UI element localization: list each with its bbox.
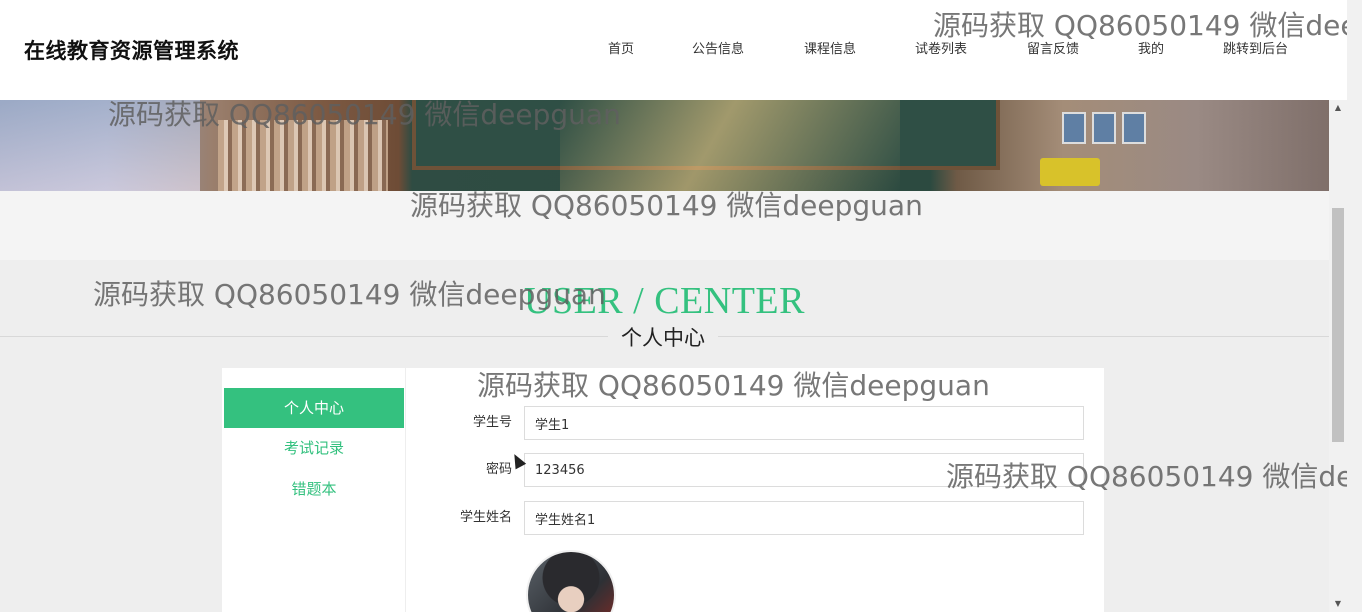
banner-window [0,100,200,191]
student-name-input[interactable] [524,501,1084,535]
nav-feedback[interactable]: 留言反馈 [1027,38,1079,57]
section-title-english: USER / CENTER [524,280,805,322]
banner-poster [1062,112,1086,144]
form-row-student-name: 学生姓名 [222,501,1104,535]
user-center-panel: 个人中心 考试记录 错题本 学生号 密码 学生姓名 [222,368,1104,612]
nav-mine[interactable]: 我的 [1138,38,1164,57]
nav-home[interactable]: 首页 [608,38,634,57]
side-menu: 个人中心 考试记录 错题本 [222,368,406,612]
banner-desk [1040,158,1100,186]
banner-spacer [0,191,1329,260]
banner-poster [1122,112,1146,144]
student-name-label: 学生姓名 [459,510,512,525]
page-scrollbar[interactable]: ▲ ▼ [1329,100,1347,612]
password-label: 密码 [485,462,512,477]
window-edge [1347,0,1362,612]
nav-exam-papers[interactable]: 试卷列表 [915,38,967,57]
scroll-down-arrow-icon[interactable]: ▼ [1329,596,1347,612]
form-row-student-id: 学生号 [222,406,1104,440]
password-input[interactable] [524,453,1084,487]
banner-poster [1092,112,1116,144]
section-title: 个人中心 [608,322,718,352]
banner-sunlight [560,100,900,191]
student-id-label: 学生号 [472,415,512,430]
nav-courses[interactable]: 课程信息 [804,38,856,57]
classroom-banner [0,100,1329,191]
nav-admin[interactable]: 跳转到后台 [1223,38,1288,57]
scroll-thumb[interactable] [1332,208,1344,442]
banner-bookshelf [218,120,388,191]
main-nav: 首页 公告信息 课程信息 试卷列表 留言反馈 我的 跳转到后台 [0,38,1347,58]
student-id-input[interactable] [524,406,1084,440]
scroll-up-arrow-icon[interactable]: ▲ [1329,100,1347,116]
avatar[interactable] [526,550,616,612]
form-row-password: 密码 [222,453,1104,487]
nav-announcements[interactable]: 公告信息 [692,38,744,57]
top-header: 在线教育资源管理系统 首页 公告信息 课程信息 试卷列表 留言反馈 我的 跳转到… [0,0,1347,100]
